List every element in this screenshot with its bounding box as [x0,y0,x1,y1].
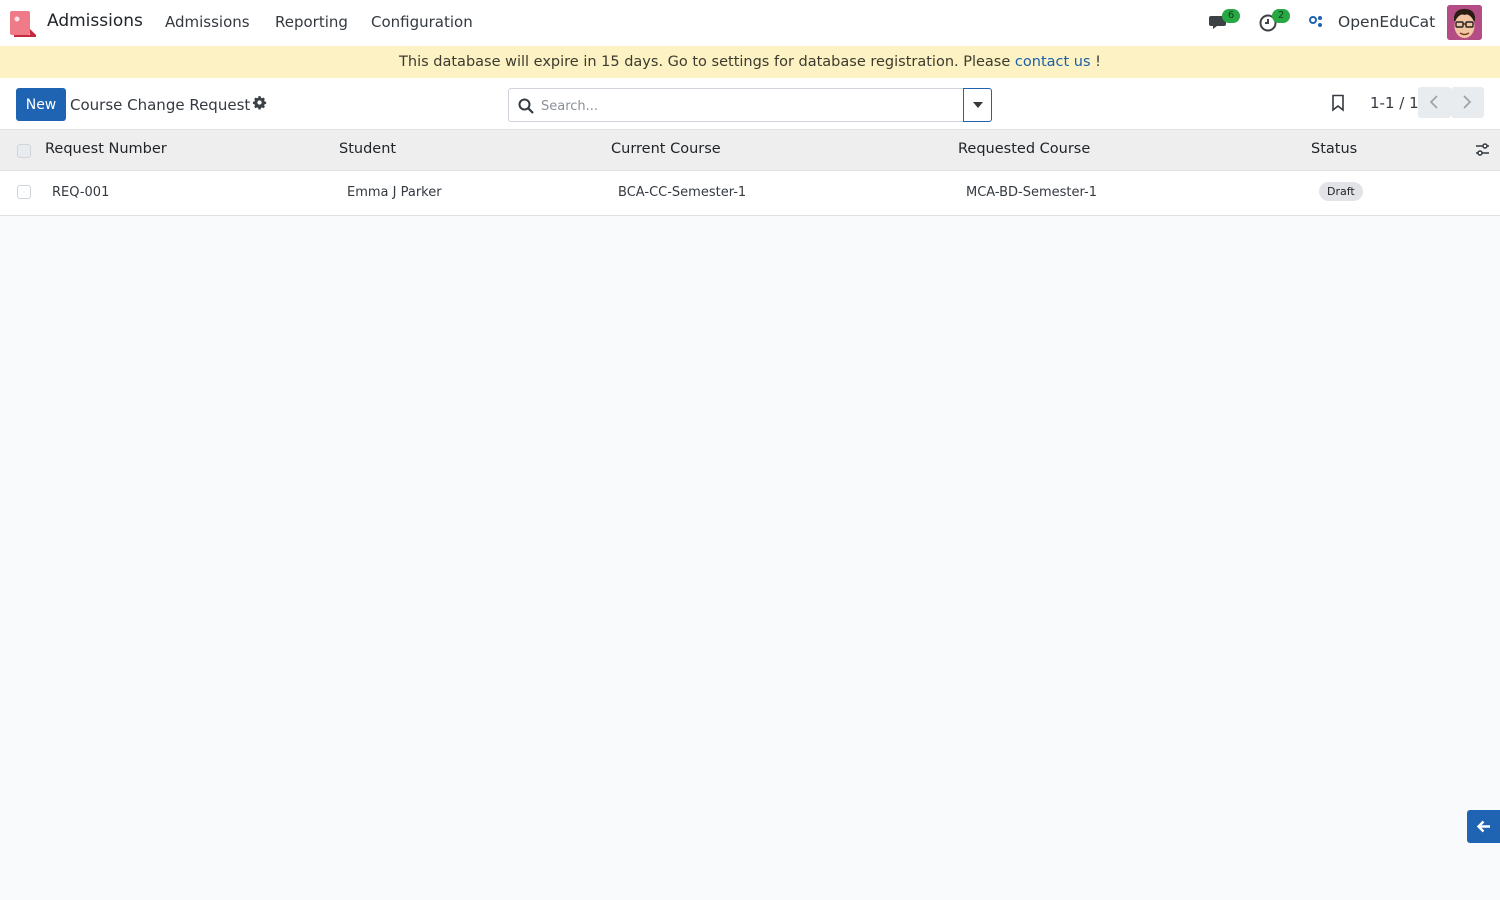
pager-previous-button[interactable] [1418,87,1451,118]
list-header: Request Number Student Current Course Re… [0,130,1500,171]
menu-configuration[interactable]: Configuration [371,13,473,31]
cell-request-number: REQ-001 [52,185,110,200]
banner-suffix: ! [1090,54,1101,70]
column-settings-icon[interactable] [1475,142,1490,157]
contact-us-link[interactable]: contact us [1015,54,1091,70]
messages-badge: 6 [1222,9,1240,23]
menu-reporting[interactable]: Reporting [275,13,348,31]
control-panel: New Course Change Request 1-1 / 1 [0,78,1500,130]
gear-icon[interactable] [252,95,267,110]
search-options-toggle[interactable] [963,88,992,122]
search-bar [508,88,964,122]
column-requested-course[interactable]: Requested Course [958,141,1090,157]
multi-company-icon[interactable] [1308,14,1324,30]
column-status[interactable]: Status [1311,141,1357,157]
select-all-checkbox[interactable] [17,144,31,158]
pager-next-button[interactable] [1451,87,1484,118]
top-navbar: Admissions Admissions Reporting Configur… [0,0,1500,46]
activities-button[interactable]: 2 [1258,9,1290,35]
messages-button[interactable]: 6 [1208,9,1240,35]
status-badge: Draft [1319,182,1363,201]
table-row[interactable]: REQ-001 Emma J Parker BCA-CC-Semester-1 … [0,171,1500,216]
column-current-course[interactable]: Current Course [611,141,721,157]
search-icon [518,98,534,114]
menu-admissions[interactable]: Admissions [165,13,250,31]
new-button[interactable]: New [16,88,66,121]
column-request-number[interactable]: Request Number [45,141,167,157]
pager-value[interactable]: 1-1 / 1 [1370,94,1419,112]
chevron-left-icon [1429,95,1438,109]
column-student[interactable]: Student [339,141,396,157]
banner-text: This database will expire in 15 days. Go… [399,54,1015,70]
app-name[interactable]: Admissions [47,11,143,31]
activities-badge: 2 [1272,9,1290,23]
chevron-right-icon [1463,95,1472,109]
company-name[interactable]: OpenEduCat [1338,13,1435,31]
arrow-left-icon [1476,820,1490,833]
avatar-face-icon [1447,5,1482,40]
breadcrumb-title: Course Change Request [70,96,251,114]
bookmark-icon[interactable] [1331,94,1345,112]
side-panel-toggle[interactable] [1467,810,1500,843]
cell-requested-course: MCA-BD-Semester-1 [966,185,1098,200]
cell-student: Emma J Parker [347,185,442,200]
search-input[interactable] [541,95,951,117]
admissions-app-icon[interactable] [8,9,36,37]
expiration-banner: This database will expire in 15 days. Go… [0,46,1500,78]
row-checkbox[interactable] [17,185,31,199]
user-avatar[interactable] [1447,5,1482,40]
caret-down-icon [973,102,983,108]
cell-current-course: BCA-CC-Semester-1 [618,185,747,200]
